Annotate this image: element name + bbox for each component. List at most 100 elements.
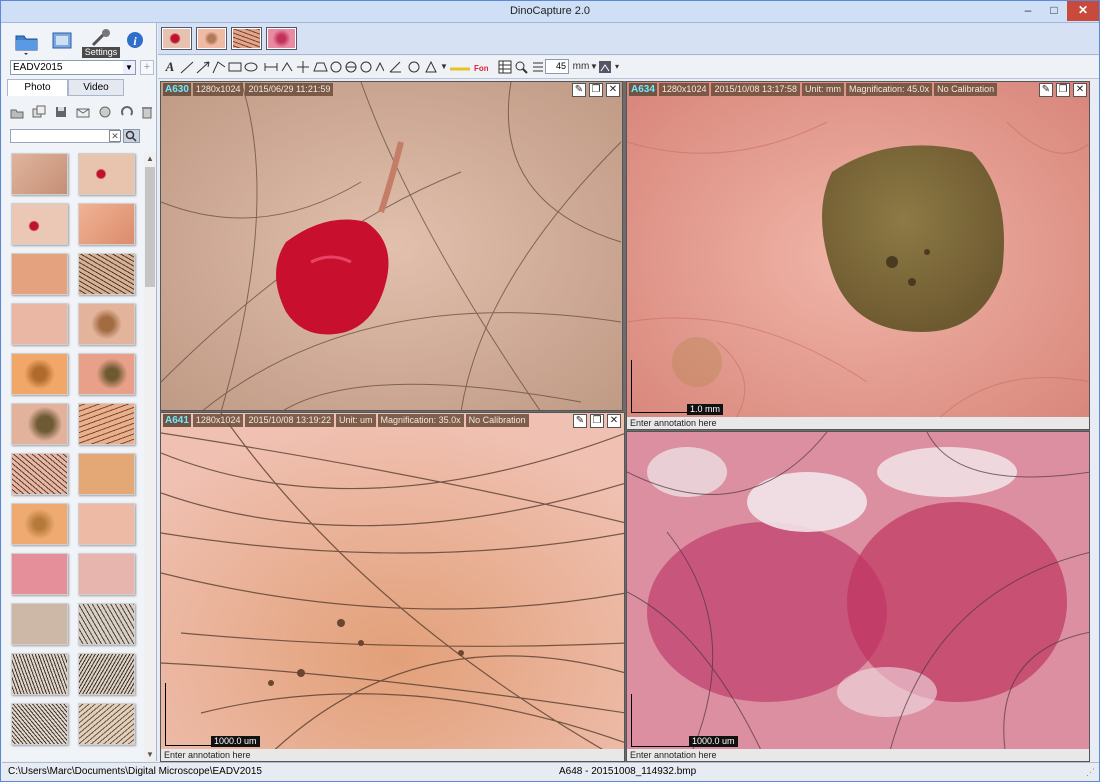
search-button[interactable] [123,129,140,143]
measurement-tools-icon[interactable] [264,59,384,75]
annotation-field[interactable]: Enter annotation here [627,749,1089,761]
image-pane-3[interactable]: A641 1280x1024 2015/10/08 13:19:22 Unit:… [160,412,625,762]
close-icon[interactable]: ✕ [1073,83,1087,97]
unit-dropdown[interactable]: mm [572,59,590,75]
wrench-icon[interactable]: ✎ [1039,83,1053,97]
thumbnail[interactable] [11,203,68,245]
delete-icon[interactable] [140,105,154,119]
image-id: A641 [163,414,191,427]
gallery-icon [52,32,72,49]
rectangle-icon[interactable] [228,59,242,75]
ellipse-icon[interactable] [244,59,258,75]
tab-photo[interactable]: Photo [7,79,68,96]
angle-tools-icon[interactable] [388,59,438,75]
folder-icon [15,35,38,55]
thumbnail[interactable] [11,403,68,445]
polyline-icon[interactable] [212,59,226,75]
grid-icon[interactable] [498,59,512,75]
dermoscopy-image [161,413,624,761]
thumbnail[interactable] [11,303,68,345]
strip-thumbnail[interactable] [161,27,192,50]
gallery-view-button[interactable] [48,27,76,55]
thumbnail[interactable] [11,653,68,695]
strip-thumbnail[interactable] [231,27,262,50]
line-width-input[interactable]: 45 [545,59,569,74]
strip-thumbnail[interactable] [266,27,297,50]
image-pane-1[interactable]: A630 1280x1024 2015/06/29 11:21:59 ✎ ❐ ✕ [160,81,623,411]
annotation-field[interactable]: Enter annotation here [627,417,1089,429]
close-window-button[interactable]: ✕ [1067,1,1099,21]
tab-video[interactable]: Video [68,79,124,96]
image-pane-2[interactable]: A634 1280x1024 2015/10/08 13:17:58 Unit:… [626,81,1090,430]
thumbnail[interactable] [78,503,135,545]
zoom-icon[interactable] [514,59,528,75]
thumbnail[interactable] [11,603,68,645]
line-width-icon[interactable] [532,59,544,75]
scroll-up-icon[interactable]: ▲ [144,153,156,165]
restore-icon[interactable]: ❐ [1056,83,1070,97]
add-project-button[interactable]: + [140,60,154,75]
thumbnail[interactable] [78,403,135,445]
chevron-down-icon[interactable]: ▼ [590,59,598,75]
settings-label: Settings [82,47,120,58]
thumbnail[interactable] [78,453,135,495]
thumbnail[interactable] [78,553,135,595]
thumbnail[interactable] [11,553,68,595]
scrollbar-thumb[interactable] [145,167,155,287]
wrench-icon[interactable]: ✎ [572,83,586,97]
maximize-button[interactable]: □ [1041,1,1067,21]
scale-bar-base [631,746,693,747]
thumbnail[interactable] [78,253,135,295]
thumbnail[interactable] [11,353,68,395]
thumbnail[interactable] [78,203,135,245]
info-button[interactable]: i [122,27,150,55]
sidebar: Settings i EADV2015 ▼ + Photo Video ✕ ▲ … [2,23,157,761]
color-picker-icon[interactable]: Font [448,59,488,75]
search-input[interactable] [10,129,120,143]
thumbnail[interactable] [78,353,135,395]
scroll-down-icon[interactable]: ▼ [144,749,156,761]
thumbnail[interactable] [11,453,68,495]
rotate-icon[interactable] [120,105,134,119]
thumbnail-scrollbar[interactable]: ▲ ▼ [144,153,156,761]
wrench-icon[interactable]: ✎ [573,414,587,428]
image-datetime: 2015/10/08 13:17:58 [711,83,801,96]
save-icon[interactable] [54,105,68,119]
image-id: A634 [629,83,657,96]
resize-grip-icon[interactable]: ⋰ [1086,767,1095,778]
thumbnail[interactable] [78,303,135,345]
project-dropdown[interactable]: EADV2015 ▼ [10,60,136,75]
image-pane-4[interactable]: 1000.0 um Enter annotation here [626,431,1090,762]
annotation-field[interactable]: Enter annotation here [161,749,624,761]
chevron-down-icon[interactable]: ▼ [440,59,448,75]
image-id: A630 [163,83,191,96]
sharing-icon[interactable] [98,105,112,119]
thumbnail[interactable] [78,653,135,695]
open-folder-button[interactable] [12,27,40,55]
thumbnail[interactable] [78,603,135,645]
thumbnail[interactable] [11,153,68,195]
toolbar-overflow-icon[interactable]: ▾ [613,59,621,75]
strip-thumbnail[interactable] [196,27,227,50]
arrow-icon[interactable] [196,59,210,75]
thumbnail[interactable] [78,153,135,195]
clear-search-button[interactable]: ✕ [109,130,121,142]
close-icon[interactable]: ✕ [606,83,620,97]
close-icon[interactable]: ✕ [607,414,621,428]
open-icon[interactable] [10,105,24,119]
text-icon[interactable]: A [164,59,176,75]
restore-icon[interactable]: ❐ [590,414,604,428]
thumbnail[interactable] [11,703,68,745]
settings-button[interactable]: Settings [82,27,120,58]
pane-3-controls: ✎ ❐ ✕ [573,414,621,428]
thumbnail[interactable] [11,503,68,545]
thumbnail[interactable] [11,253,68,295]
line-icon[interactable] [180,59,194,75]
restore-icon[interactable]: ❐ [589,83,603,97]
thumbnail[interactable] [78,703,135,745]
copy-icon[interactable] [32,105,46,119]
calibration-icon[interactable] [598,59,612,75]
minimize-button[interactable]: – [1015,1,1041,21]
email-icon[interactable] [76,105,90,119]
project-selected: EADV2015 [13,62,63,73]
